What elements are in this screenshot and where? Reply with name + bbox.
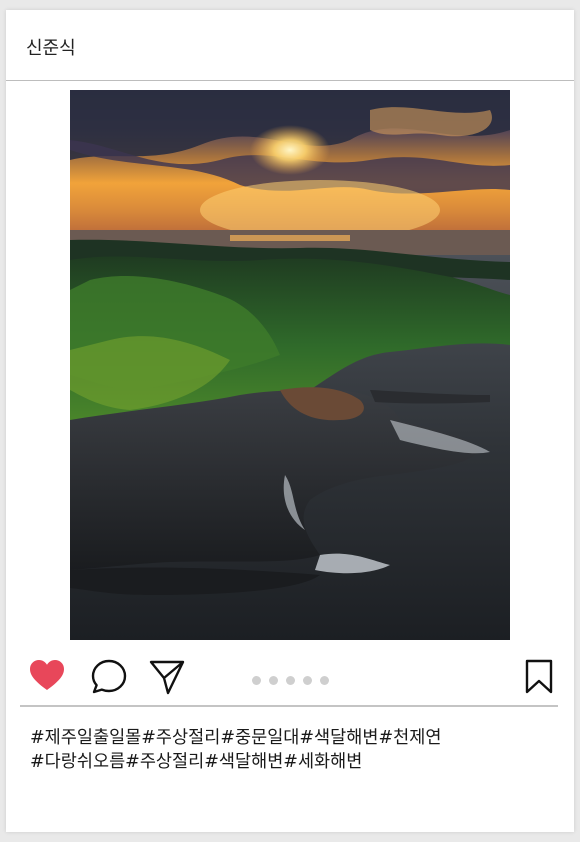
- heart-icon[interactable]: [28, 658, 66, 696]
- comment-icon[interactable]: [90, 658, 128, 700]
- username[interactable]: 신준식: [26, 34, 76, 60]
- carousel-dot: [320, 676, 329, 685]
- post-image[interactable]: [70, 90, 510, 640]
- carousel-dot: [269, 676, 278, 685]
- carousel-dot: [252, 676, 261, 685]
- post-caption: #제주일출일몰#주상절리#중문일대#색달해변#천제연 #다랑쉬오름#주상절리#색…: [30, 726, 550, 774]
- post-header: 신준식: [6, 10, 574, 81]
- bookmark-icon[interactable]: [524, 659, 554, 699]
- send-icon[interactable]: [148, 658, 186, 700]
- caption-line[interactable]: #제주일출일몰#주상절리#중문일대#색달해변#천제연: [30, 726, 550, 750]
- carousel-dot: [303, 676, 312, 685]
- caption-line[interactable]: #다랑쉬오름#주상절리#색달해변#세화해변: [30, 750, 550, 774]
- divider: [20, 705, 558, 707]
- post-card: 신준식 #제주일출일몰#주상절리#중문일대#색달해변#천제연 #다랑쉬오름#주상…: [6, 10, 574, 832]
- action-bar: [6, 650, 574, 706]
- carousel-dot: [286, 676, 295, 685]
- carousel-indicator: [252, 676, 337, 686]
